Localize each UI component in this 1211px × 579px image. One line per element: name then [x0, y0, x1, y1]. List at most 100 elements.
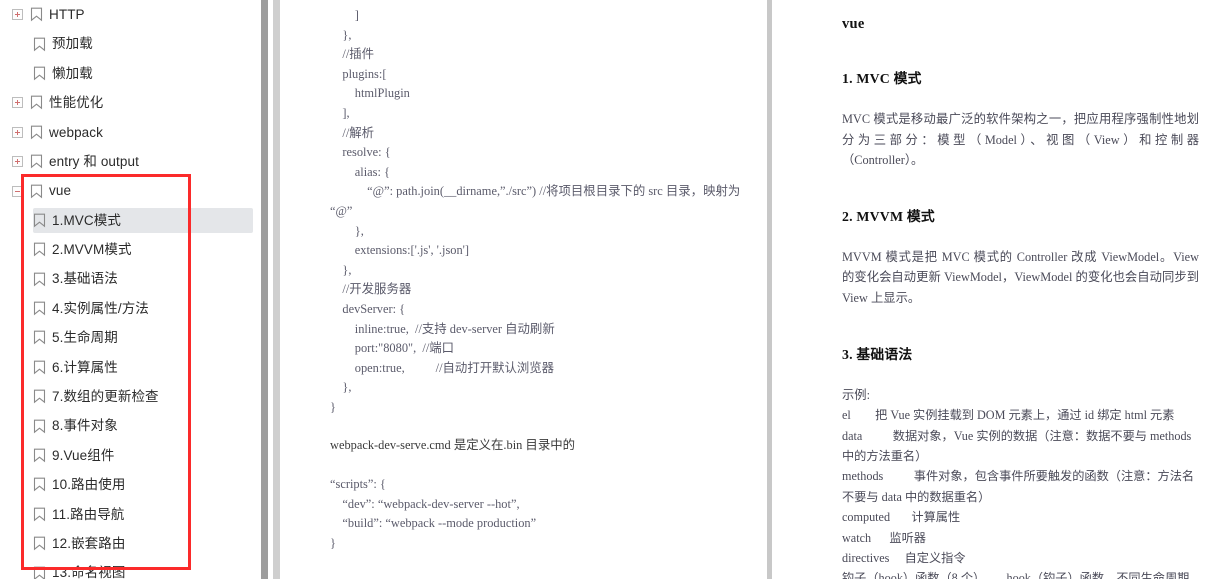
code-line-16: port:"8080", //端口	[330, 341, 455, 356]
tree-item-label: 7.数组的更新检查	[52, 389, 159, 405]
doc-paragraph-0: MVC 模式是移动最广泛的软件架构之一，把应用程序强制性地划分为三部分：模型（M…	[842, 112, 1199, 168]
tree-item-12[interactable]: 6.计算属性	[0, 353, 258, 382]
tree-item-label: HTTP	[49, 6, 85, 22]
tree-item-18[interactable]: 12.嵌套路由	[0, 529, 258, 558]
doc-spacer	[842, 363, 1199, 385]
tree-item-1[interactable]: 预加载	[0, 29, 258, 58]
tree-item-7[interactable]: 1.MVC模式	[0, 206, 258, 235]
bookmark-icon	[33, 37, 46, 52]
scripts-line-0: “scripts”: {	[330, 477, 386, 492]
tree-item-4[interactable]: webpack	[0, 118, 258, 147]
code-line-10: },	[330, 223, 364, 238]
dev-server-note: webpack-dev-serve.cmd 是定义在.bin 目录中的	[330, 438, 575, 453]
bookmark-icon	[30, 184, 43, 199]
doc-heading-0: 1. MVC 模式	[842, 71, 922, 86]
code-line-12: },	[330, 262, 352, 277]
tree-item-5[interactable]: entry 和 output	[0, 147, 258, 176]
expand-plus-icon[interactable]	[12, 126, 23, 138]
bookmark-icon	[30, 95, 43, 110]
tree-item-label: entry 和 output	[49, 153, 139, 169]
tree-item-0[interactable]: HTTP	[0, 0, 258, 29]
definition-item-2: methods 事件对象，包含事件所要触发的函数（注意：方法名不要与 data …	[842, 469, 1195, 504]
definition-item-5: directives 自定义指令	[842, 551, 966, 565]
tree-item-19[interactable]: 13.命名视图	[0, 558, 258, 579]
code-line-8: alias: {	[330, 164, 390, 179]
code-line-14: devServer: {	[330, 301, 406, 316]
code-preview-pane[interactable]: ] }, //插件 plugins:[ htmlPlugin ], //解析 r…	[282, 0, 765, 579]
doc-heading-1: 2. MVVM 模式	[842, 208, 935, 224]
tree-item-label: 1.MVC模式	[52, 212, 121, 228]
code-line-17: open:true, //自动打开默认浏览器	[330, 360, 555, 375]
note-tree: HTTP 预加载懒加载性能优化 webpack entry 和 output vue 1.…	[0, 0, 258, 579]
doc-spacer	[842, 309, 1199, 343]
tree-item-label: 9.Vue组件	[52, 447, 115, 463]
definition-item-3: computed 计算属性	[842, 510, 961, 525]
title-spacer	[842, 33, 1199, 67]
document-tree-sidebar[interactable]: HTTP 预加载懒加载性能优化 webpack entry 和 output vue 1.…	[0, 0, 258, 579]
tree-item-9[interactable]: 3.基础语法	[0, 265, 258, 294]
doc-spacer	[842, 171, 1199, 205]
code-gap-3	[282, 553, 765, 572]
scripts-line-2: “build”: “webpack --mode production”	[330, 516, 537, 531]
scripts-line-3: }	[330, 535, 336, 550]
pane-divider-bar[interactable]	[767, 0, 772, 579]
syntax-definition-list: el 把 Vue 实例挂载到 DOM 元素上，通过 id 绑定 html 元素 d…	[842, 405, 1199, 579]
bookmark-icon	[33, 536, 46, 551]
bookmark-icon	[33, 301, 46, 316]
sidebar-scrollbar-thumb[interactable]	[261, 0, 268, 579]
tree-item-label: 11.路由导航	[52, 506, 125, 522]
code-gap-1	[282, 417, 765, 436]
code-line-11: extensions:['.js', '.json']	[330, 243, 470, 258]
tree-item-label: 预加载	[52, 36, 93, 52]
code-pane-scrollbar-thumb[interactable]	[273, 0, 280, 579]
tree-item-label: 12.嵌套路由	[52, 535, 126, 551]
tree-item-16[interactable]: 10.路由使用	[0, 470, 258, 499]
definition-item-0: el 把 Vue 实例挂载到 DOM 元素上，通过 id 绑定 html 元素	[842, 408, 1175, 423]
code-line-1: },	[330, 27, 352, 42]
tree-item-label: 13.命名视图	[52, 565, 126, 579]
tree-item-8[interactable]: 2.MVVM模式	[0, 235, 258, 264]
definition-item-4: watch 监听器	[842, 530, 926, 545]
collapse-minus-icon[interactable]	[12, 185, 23, 197]
tree-item-2[interactable]: 懒加载	[0, 59, 258, 88]
doc-paragraph-1: MVVM 模式是把 MVC 模式的 Controller 改成 ViewMode…	[842, 249, 1199, 305]
tree-item-11[interactable]: 5.生命周期	[0, 323, 258, 352]
document-content-pane[interactable]: vue 1. MVC 模式 MVC 模式是移动最广泛的软件架构之一，把应用程序强制…	[774, 0, 1211, 579]
bookmark-icon	[33, 213, 46, 228]
code-line-6: //解析	[330, 125, 375, 140]
tree-item-label: vue	[49, 183, 72, 199]
code-line-15: inline:true, //支持 dev-server 自动刷新	[330, 321, 555, 336]
code-line-4: htmlPlugin	[330, 86, 410, 101]
tree-item-15[interactable]: 9.Vue组件	[0, 441, 258, 470]
tree-item-label: 2.MVVM模式	[52, 242, 132, 258]
bookmark-icon	[33, 389, 46, 404]
tree-item-label: 性能优化	[49, 95, 104, 111]
tree-item-17[interactable]: 11.路由导航	[0, 500, 258, 529]
tree-item-14[interactable]: 8.事件对象	[0, 411, 258, 440]
expand-plus-icon[interactable]	[12, 156, 23, 168]
definition-item-1: data 数据对象，Vue 实例的数据（注意：数据不要与 methods 中的方…	[842, 428, 1195, 463]
sidebar-scrollbar-column[interactable]	[258, 0, 282, 579]
tree-item-6[interactable]: vue	[0, 176, 258, 205]
doc-spacer	[842, 87, 1199, 109]
expand-plus-icon[interactable]	[12, 97, 23, 109]
tree-item-3[interactable]: 性能优化	[0, 88, 258, 117]
bookmark-icon	[33, 272, 46, 287]
expand-plus-icon[interactable]	[12, 9, 23, 21]
code-line-2: //插件	[330, 47, 375, 62]
app-root: HTTP 预加载懒加载性能优化 webpack entry 和 output vue 1.…	[0, 0, 1211, 579]
doc-paragraph-2: 示例:	[842, 387, 871, 402]
tree-item-10[interactable]: 4.实例属性/方法	[0, 294, 258, 323]
definition-item-6: 钩子（hook）函数（8 个） hook（钩子）函数，不同生命周期引发的动作	[842, 571, 1190, 579]
pane-divider[interactable]	[765, 0, 774, 579]
tree-item-13[interactable]: 7.数组的更新检查	[0, 382, 258, 411]
bookmark-icon	[33, 66, 46, 81]
tree-item-label: 懒加载	[52, 65, 93, 81]
bookmark-icon	[33, 242, 46, 257]
bookmark-icon	[33, 507, 46, 522]
package-scripts-code: “scripts”: { “dev”: “webpack-dev-server …	[282, 475, 765, 553]
tree-item-label: 8.事件对象	[52, 418, 118, 434]
bookmark-icon	[33, 330, 46, 345]
code-line-13: //开发服务器	[330, 282, 412, 297]
doc-heading-2: 3. 基础语法	[842, 346, 913, 362]
